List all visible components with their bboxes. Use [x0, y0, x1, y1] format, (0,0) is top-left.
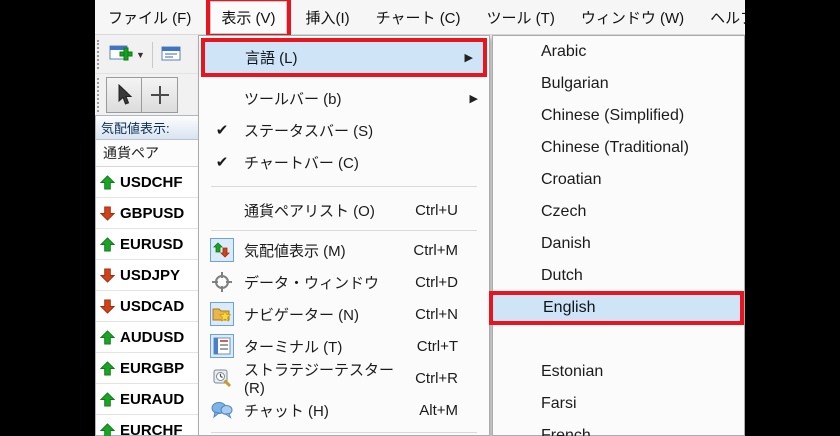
profiles-button[interactable]: [157, 40, 187, 70]
menu-insert[interactable]: 挿入(I): [293, 1, 363, 34]
menu-shortcut: Ctrl+N: [415, 305, 458, 323]
menu-item-label: ストラテジーテスター (R): [244, 362, 395, 397]
menu-item-label: 言語 (L): [245, 50, 298, 67]
submenu-arrow-icon: ▶: [464, 52, 473, 64]
menu-item-chat[interactable]: チャット (H) Alt+M: [200, 394, 488, 426]
language-item-english[interactable]: English: [489, 291, 744, 325]
toolbar-grip[interactable]: [97, 78, 102, 112]
symbol-name: EURUSD: [120, 235, 184, 253]
menu-shortcut: Ctrl+R: [415, 369, 458, 387]
menu-separator: [211, 186, 477, 187]
symbol-name: EURCHF: [120, 421, 183, 436]
menu-item-toolbars[interactable]: ツールバー (b) ▶: [200, 82, 488, 114]
menu-shortcut: Ctrl+D: [415, 273, 458, 291]
menu-shortcut: Ctrl+U: [415, 201, 458, 219]
menu-item-label: ツールバー (b): [244, 90, 342, 108]
menu-item-label: 通貨ペアリスト (O): [244, 202, 375, 220]
up-arrow-icon: [100, 174, 115, 190]
symbol-name: USDCAD: [120, 297, 185, 315]
menu-view[interactable]: 表示 (V): [210, 0, 287, 34]
language-item-chinese-traditional[interactable]: Chinese (Traditional): [494, 132, 743, 164]
menu-shortcut: Alt+M: [419, 401, 458, 419]
menu-item-label: ターミナル (T): [244, 338, 343, 356]
check-icon: ✔: [215, 153, 229, 171]
cursor-tool-button[interactable]: [106, 77, 142, 113]
menu-separator: [211, 432, 477, 433]
symbol-name: EURGBP: [120, 359, 185, 377]
navigator-icon: [210, 302, 234, 326]
up-arrow-icon: [100, 360, 115, 376]
submenu-arrow-icon: ▶: [469, 92, 478, 105]
up-arrow-icon: [100, 236, 115, 252]
down-arrow-icon: [100, 205, 115, 221]
chat-icon: [210, 398, 234, 422]
menu-shortcut: Ctrl+M: [413, 241, 458, 259]
language-item-estonian[interactable]: Estonian: [494, 356, 743, 388]
menu-item-status-bar[interactable]: ✔ ステータスバー (S): [200, 114, 488, 146]
language-item-french[interactable]: French: [494, 420, 743, 436]
language-item-czech[interactable]: Czech: [494, 196, 743, 228]
menu-item-label: ナビゲーター (N): [244, 306, 359, 324]
mt4-window: ファイル (F) 表示 (V) 挿入(I) チャート (C) ツール (T) ウ…: [95, 0, 745, 436]
menu-item-symbols[interactable]: 通貨ペアリスト (O) Ctrl+U: [200, 194, 488, 226]
menu-item-language[interactable]: 言語 (L) ▶: [201, 38, 487, 77]
symbol-name: AUDUSD: [120, 328, 185, 346]
symbol-name: GBPUSD: [120, 204, 185, 222]
menu-item-charts-bar[interactable]: ✔ チャートバー (C): [200, 146, 488, 178]
new-chart-button[interactable]: [106, 40, 136, 70]
menu-item-terminal[interactable]: ターミナル (T) Ctrl+T: [200, 330, 488, 362]
check-icon: ✔: [215, 121, 229, 139]
cursor-tool-icon: [118, 84, 133, 105]
market-watch-icon: [210, 238, 234, 262]
menu-separator: [211, 230, 477, 231]
menubar: ファイル (F) 表示 (V) 挿入(I) チャート (C) ツール (T) ウ…: [95, 0, 745, 35]
menu-item-strategy-tester[interactable]: ストラテジーテスター (R) Ctrl+R: [200, 362, 488, 397]
language-item-danish[interactable]: Danish: [494, 228, 743, 260]
crosshair-tool-button[interactable]: [142, 77, 178, 113]
up-arrow-icon: [100, 422, 115, 436]
menu-file[interactable]: ファイル (F): [95, 1, 204, 34]
new-chart-icon: [109, 45, 133, 60]
language-item-croatian[interactable]: Croatian: [494, 164, 743, 196]
view-menu-dropdown: 言語 (L) ▶ ツールバー (b) ▶ ✔ ステータスバー (S) ✔ チャー…: [198, 35, 490, 436]
language-item-dutch[interactable]: Dutch: [494, 260, 743, 292]
menu-item-label: データ・ウィンドウ: [244, 274, 380, 292]
menu-item-label: チャット (H): [244, 402, 329, 420]
menu-help[interactable]: ヘルプ (H): [697, 1, 745, 34]
new-chart-caret[interactable]: ▼: [136, 50, 148, 60]
menu-item-label: チャートバー (C): [244, 154, 359, 172]
terminal-icon: [210, 334, 234, 358]
symbol-name: USDJPY: [120, 266, 181, 284]
symbol-name: EURAUD: [120, 390, 185, 408]
down-arrow-icon: [100, 267, 115, 283]
language-submenu: Arabic Bulgarian Chinese (Simplified) Ch…: [489, 35, 745, 436]
menu-shortcut: Ctrl+T: [416, 337, 458, 355]
menu-item-navigator[interactable]: ナビゲーター (N) Ctrl+N: [200, 298, 488, 330]
data-window-icon: [210, 270, 234, 294]
profiles-icon: [161, 46, 181, 60]
language-item-bulgarian[interactable]: Bulgarian: [494, 68, 743, 100]
language-item-farsi[interactable]: Farsi: [494, 388, 743, 420]
menu-item-data-window[interactable]: データ・ウィンドウ Ctrl+D: [200, 266, 488, 298]
menu-item-market-watch[interactable]: 気配値表示 (M) Ctrl+M: [200, 234, 488, 266]
menu-item-label: 気配値表示 (M): [244, 242, 346, 260]
toolbar-grip[interactable]: [97, 39, 102, 70]
symbol-name: USDCHF: [120, 173, 183, 191]
toolbar-separator: [152, 41, 153, 68]
menu-tools[interactable]: ツール (T): [474, 1, 568, 34]
menu-charts[interactable]: チャート (C): [363, 1, 474, 34]
crosshair-tool-icon: [150, 86, 169, 104]
strategy-tester-icon: [210, 366, 234, 390]
language-item-chinese-simplified[interactable]: Chinese (Simplified): [494, 100, 743, 132]
menu-window[interactable]: ウィンドウ (W): [568, 1, 697, 34]
menu-item-label: ステータスバー (S): [244, 122, 374, 140]
language-item-arabic[interactable]: Arabic: [494, 36, 743, 68]
up-arrow-icon: [100, 391, 115, 407]
up-arrow-icon: [100, 329, 115, 345]
down-arrow-icon: [100, 298, 115, 314]
